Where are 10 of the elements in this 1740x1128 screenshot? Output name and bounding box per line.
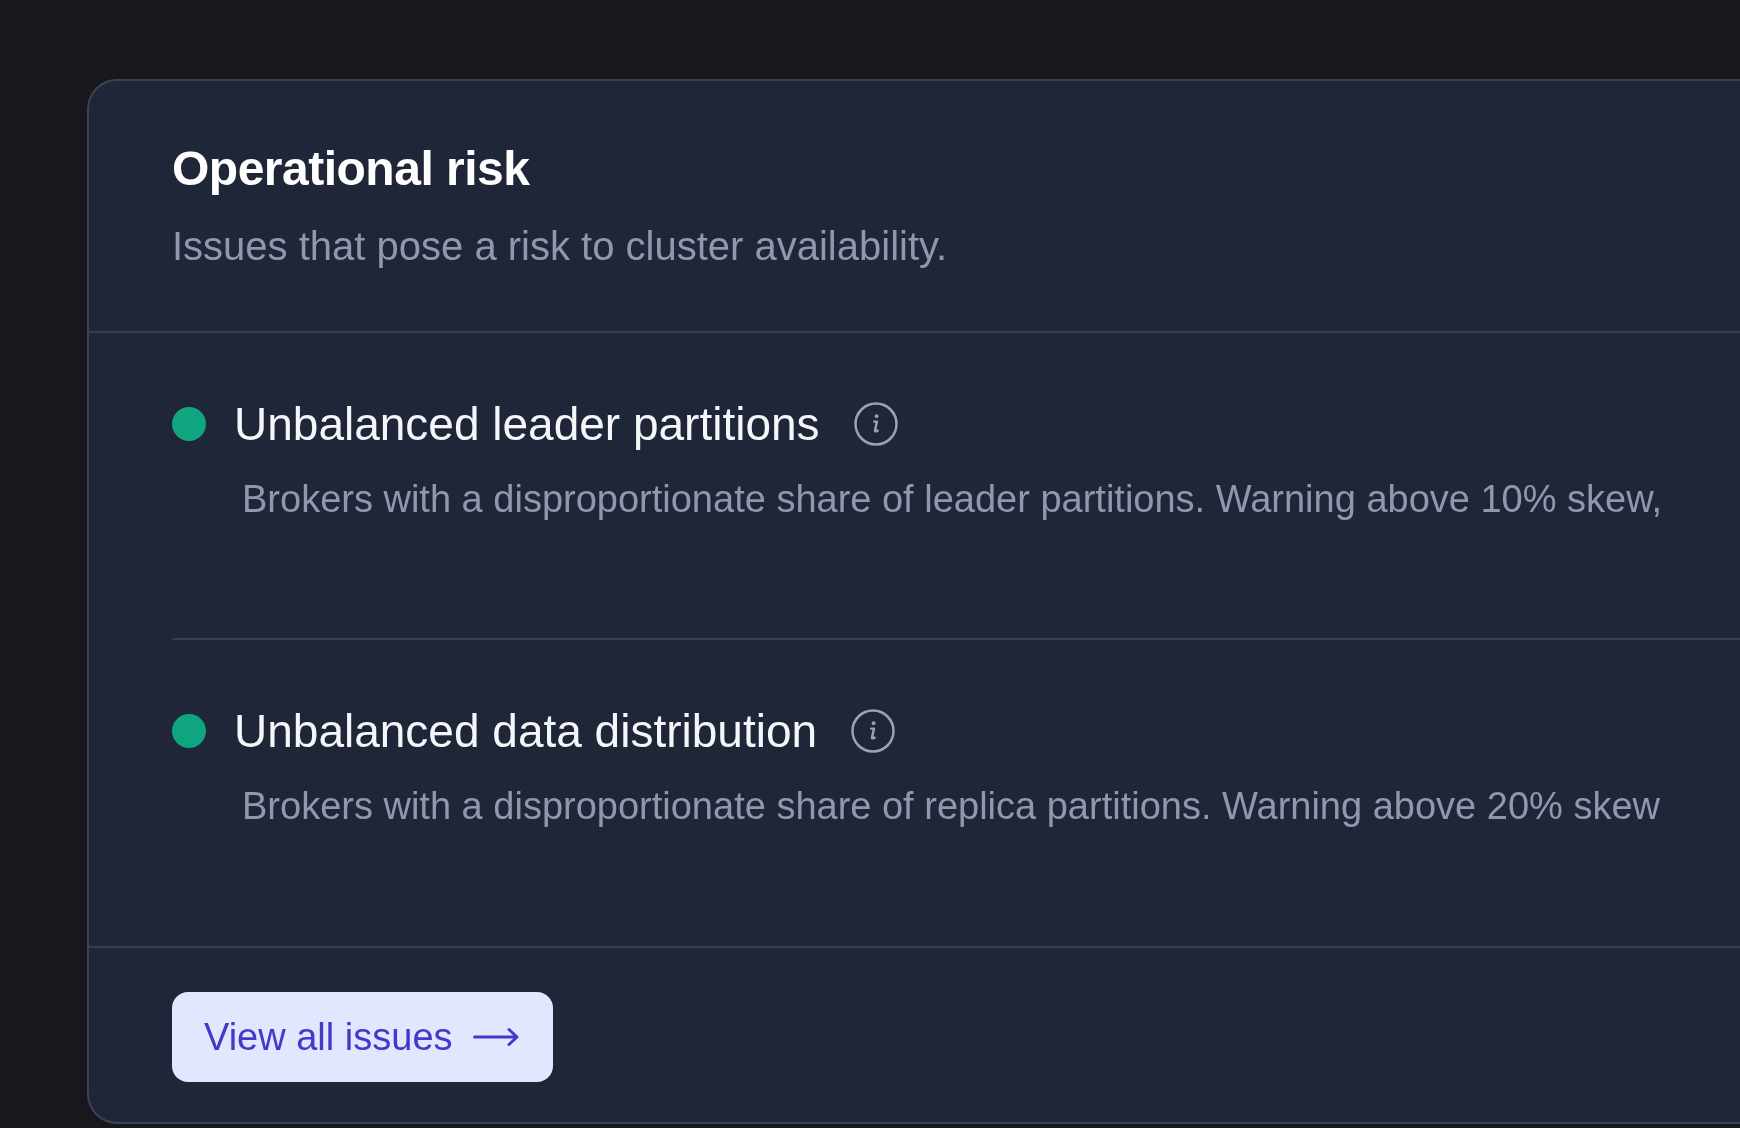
view-all-issues-button[interactable]: View all issues (172, 992, 553, 1082)
arrow-right-icon (472, 1027, 519, 1047)
info-icon[interactable] (853, 402, 898, 446)
issue-title: Unbalanced leader partitions (234, 397, 820, 451)
card-subtitle: Issues that pose a risk to cluster availability. (172, 223, 949, 270)
info-icon[interactable] (851, 709, 896, 753)
issue-description: Brokers with a disproportionate share of replica partitions. Warning above 20% skew (242, 784, 1661, 829)
issue-title: Unbalanced data distribution (234, 704, 818, 758)
issue-description: Brokers with a disproportionate share of leader partitions. Warning above 10% skew, (242, 477, 1664, 522)
card-title: Operational risk (172, 141, 531, 197)
